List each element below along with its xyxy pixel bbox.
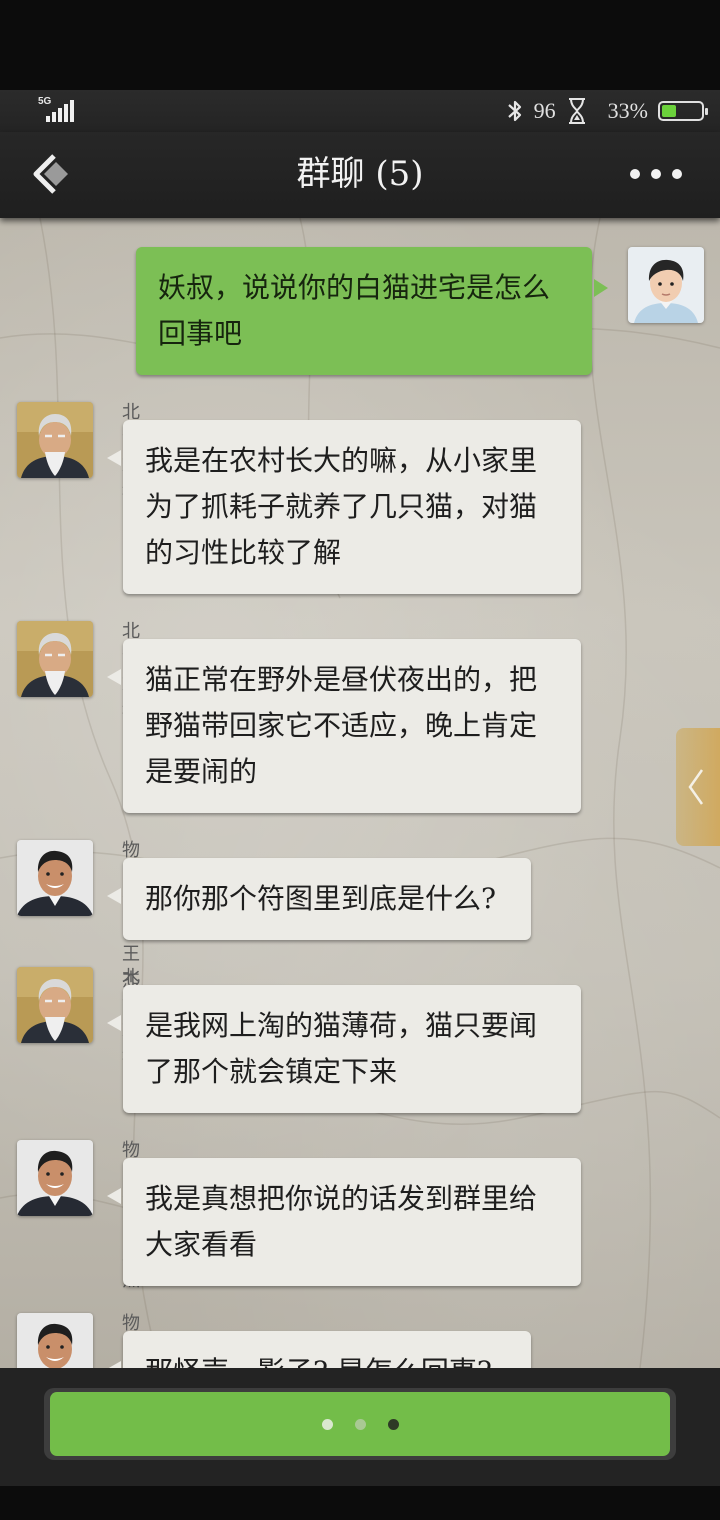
message-bubble-in[interactable]: 是我网上淘的猫薄荷，猫只要闻了那个就会镇定下来 <box>107 985 581 1113</box>
message-text: 妖叔，说说你的白猫进宅是怎么回事吧 <box>158 271 551 350</box>
chat-area[interactable]: 妖叔，说说你的白猫进宅是怎么回事吧 北派妖叔 我是在农村长大的嘛，从小家里为了抓… <box>0 218 720 1368</box>
dot <box>354 1418 366 1430</box>
message-bubble-out[interactable]: 妖叔，说说你的白猫进宅是怎么回事吧 <box>136 247 608 375</box>
manager-avatar[interactable] <box>17 840 93 916</box>
message-bubble-in[interactable]: 猫正常在野外是昼伏夜出的，把野猫带回家它不适应，晚上肯定是要闹的 <box>107 639 581 813</box>
continue-button[interactable] <box>44 1388 676 1460</box>
old-man-avatar[interactable] <box>17 967 93 1043</box>
side-drawer-tab[interactable] <box>676 728 720 846</box>
dot <box>387 1418 399 1430</box>
dot <box>321 1418 333 1430</box>
battery-percent: 33% <box>607 98 648 123</box>
chat-title: 群聊 (5) <box>296 154 424 194</box>
battery-level <box>662 105 676 117</box>
signal-icon: 5G <box>38 96 82 124</box>
message-text: 那你那个符图里到底是什么? <box>145 882 497 915</box>
chat-header: 群聊 (5) <box>0 132 720 218</box>
hourglass-icon <box>568 98 585 124</box>
typing-dots-icon <box>50 1392 670 1456</box>
message-text: 我是真想把你说的话发到群里给大家看看 <box>145 1182 538 1261</box>
more-dot <box>672 169 682 179</box>
young-man-avatar[interactable] <box>628 247 704 323</box>
status-bar: 5G 96 33% <box>0 90 720 132</box>
more-dot <box>651 169 661 179</box>
message-bubble-in[interactable]: 我是真想把你说的话发到群里给大家看看 <box>107 1158 581 1286</box>
chevron-left-icon <box>688 769 704 805</box>
message-bubble-in[interactable]: 我是在农村长大的嘛，从小家里为了抓耗子就养了几只猫，对猫的习性比较了解 <box>107 420 581 594</box>
bluetooth-icon <box>507 100 521 122</box>
signal-value: 96 <box>533 98 556 123</box>
message-text: 猫正常在野外是昼伏夜出的，把野猫带回家它不适应，晚上肯定是要闹的 <box>145 663 538 788</box>
message-text: 是我网上淘的猫薄荷，猫只要闻了那个就会镇定下来 <box>145 1009 538 1088</box>
more-button[interactable] <box>630 162 682 186</box>
message-bubble-in[interactable]: 那怪声、影子? 是怎么回事? <box>107 1331 531 1368</box>
old-man-avatar[interactable] <box>17 621 93 697</box>
message-text: 那怪声、影子? 是怎么回事? <box>145 1355 492 1368</box>
network-type: 5G <box>38 96 52 107</box>
battery-icon <box>658 101 708 121</box>
old-man-avatar[interactable] <box>17 402 93 478</box>
manager-avatar[interactable] <box>17 1140 93 1216</box>
more-dot <box>630 169 640 179</box>
top-black-band <box>0 0 720 90</box>
manager-avatar[interactable] <box>17 1313 93 1368</box>
bottom-black-band <box>0 1486 720 1520</box>
message-text: 我是在农村长大的嘛，从小家里为了抓耗子就养了几只猫，对猫的习性比较了解 <box>145 444 538 569</box>
message-bubble-in[interactable]: 那你那个符图里到底是什么? <box>107 858 531 940</box>
bottom-bar <box>0 1368 720 1486</box>
